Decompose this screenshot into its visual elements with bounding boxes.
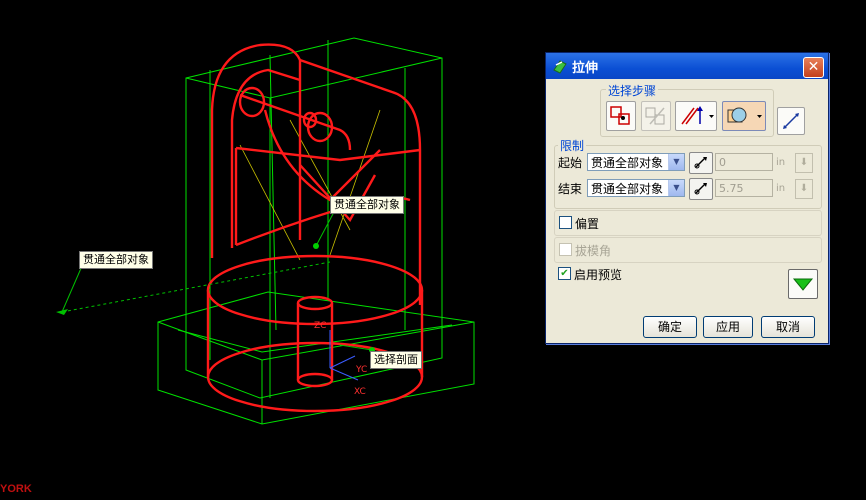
- boolean-icon[interactable]: [722, 101, 766, 131]
- chevron-down-icon: ▼: [668, 180, 684, 196]
- draft-checkbox[interactable]: [559, 243, 572, 256]
- draft-label: 拔模角: [575, 244, 612, 258]
- end-unit: in: [776, 183, 786, 194]
- extrude-dialog: 拉伸 ✕ 选择步骤 限制 起始 贯通全部对象 ▼ 0 in ⬇ 结束 贯通全部对…: [545, 52, 829, 344]
- dialog-title: 拉伸: [572, 60, 599, 76]
- limits-group-label: 限制: [558, 137, 587, 154]
- extrude-app-icon: [552, 58, 568, 74]
- direction-icon[interactable]: [675, 101, 717, 131]
- axis-z-label: ZC: [314, 321, 326, 331]
- preview-label: 启用预览: [574, 268, 623, 282]
- watermark: YORK: [0, 483, 32, 495]
- end-option-value: 贯通全部对象: [591, 182, 664, 196]
- chevron-down-icon: ▼: [668, 154, 684, 170]
- end-spin-icon[interactable]: ⬇: [795, 179, 813, 199]
- preview-checkbox[interactable]: ✔: [558, 267, 571, 280]
- preview-row[interactable]: ✔ 启用预览: [554, 263, 754, 283]
- axis-x-label: XC: [354, 387, 366, 397]
- start-option-select[interactable]: 贯通全部对象 ▼: [587, 153, 685, 171]
- expand-dialog-button[interactable]: [788, 269, 818, 299]
- path-icon[interactable]: [641, 101, 671, 131]
- offset-label: 偏置: [575, 217, 600, 231]
- dialog-title-bar[interactable]: 拉伸 ✕: [546, 53, 828, 79]
- reverse-direction-icon[interactable]: [777, 107, 805, 135]
- close-icon[interactable]: ✕: [803, 57, 824, 78]
- end-label: 结束: [558, 182, 583, 196]
- start-infer-button[interactable]: [689, 152, 713, 174]
- axis-y-label: YC: [355, 365, 367, 375]
- end-infer-button[interactable]: [689, 178, 713, 200]
- intent-label-center: 贯通全部对象: [330, 196, 404, 214]
- end-option-select[interactable]: 贯通全部对象 ▼: [587, 179, 685, 197]
- cancel-button[interactable]: 取消: [761, 316, 815, 338]
- bounding-box-lines: [157, 37, 475, 425]
- start-unit: in: [776, 157, 786, 168]
- draft-row: 拔模角: [554, 237, 822, 263]
- offset-checkbox[interactable]: [559, 216, 572, 229]
- apply-button[interactable]: 应用: [703, 316, 753, 338]
- section-icon[interactable]: [606, 101, 636, 131]
- intent-label-left: 贯通全部对象: [79, 251, 153, 269]
- ok-button[interactable]: 确定: [643, 316, 697, 338]
- offset-row[interactable]: 偏置: [554, 210, 822, 236]
- start-label: 起始: [558, 156, 583, 170]
- start-spin-icon[interactable]: ⬇: [795, 153, 813, 173]
- end-value-field[interactable]: 5.75: [715, 179, 773, 197]
- steps-group-label: 选择步骤: [606, 82, 659, 99]
- start-value-field[interactable]: 0: [715, 153, 773, 171]
- start-option-value: 贯通全部对象: [591, 156, 664, 170]
- section-label: 选择剖面: [370, 351, 422, 369]
